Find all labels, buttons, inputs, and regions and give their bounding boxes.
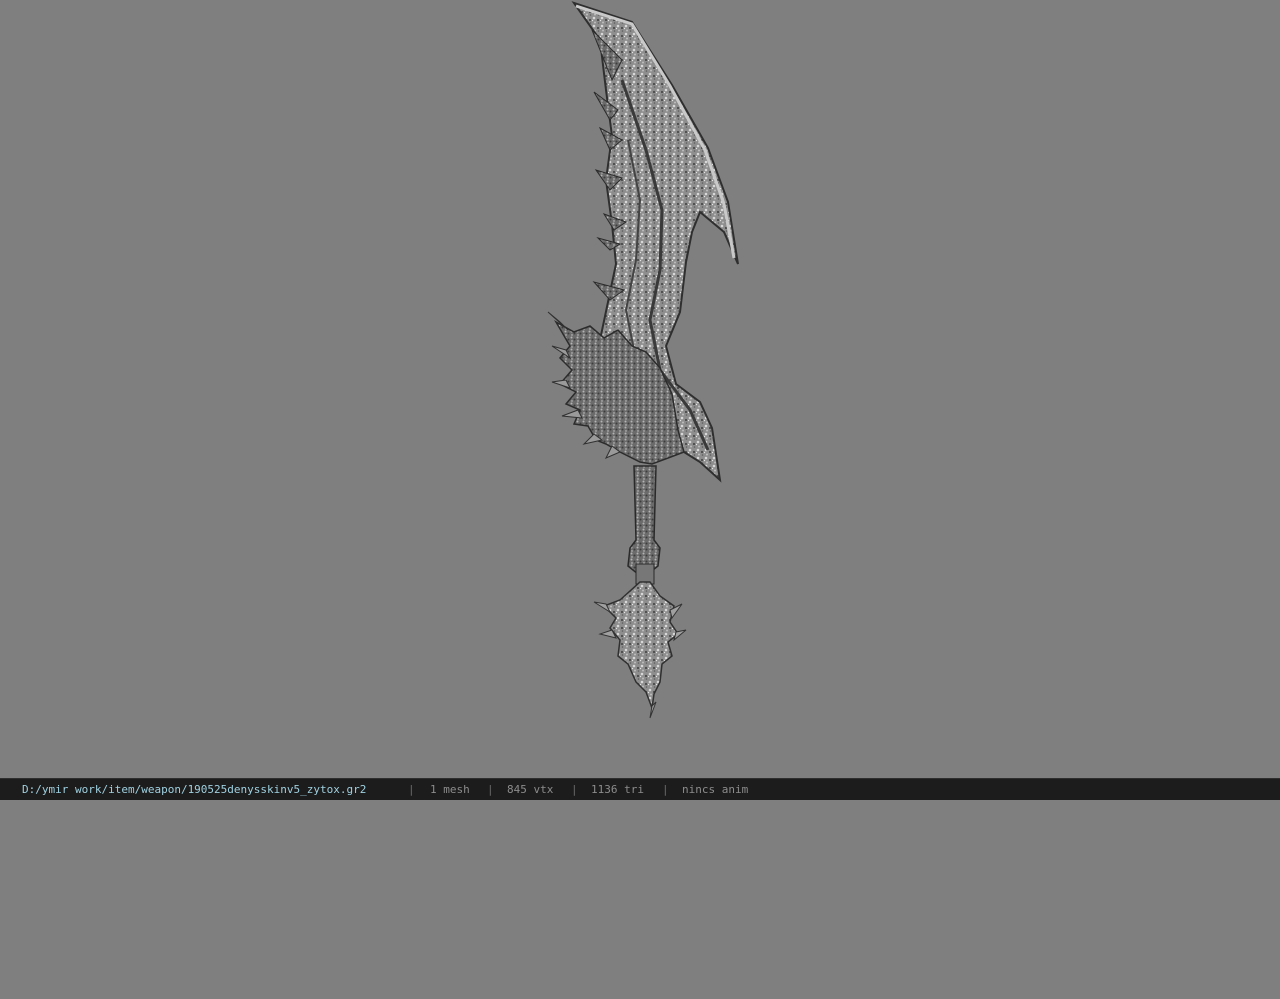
separator: | bbox=[408, 783, 415, 796]
sword-model[interactable] bbox=[0, 0, 1280, 778]
triangle-count: 1136 tri bbox=[591, 783, 644, 796]
handle-collar bbox=[635, 563, 655, 585]
handle bbox=[627, 465, 661, 575]
separator: | bbox=[571, 783, 578, 796]
separator: | bbox=[662, 783, 669, 796]
animation-status: nincs anim bbox=[682, 783, 749, 796]
pommel bbox=[602, 581, 680, 709]
3d-viewport[interactable] bbox=[0, 0, 1280, 778]
mesh-count: 1 mesh bbox=[430, 783, 470, 796]
status-bar: D:/ymir work/item/weapon/190525denysskin… bbox=[0, 778, 1280, 800]
file-path: D:/ymir work/item/weapon/190525denysskin… bbox=[22, 783, 367, 796]
vertex-count: 845 vtx bbox=[507, 783, 554, 796]
separator: | bbox=[487, 783, 494, 796]
